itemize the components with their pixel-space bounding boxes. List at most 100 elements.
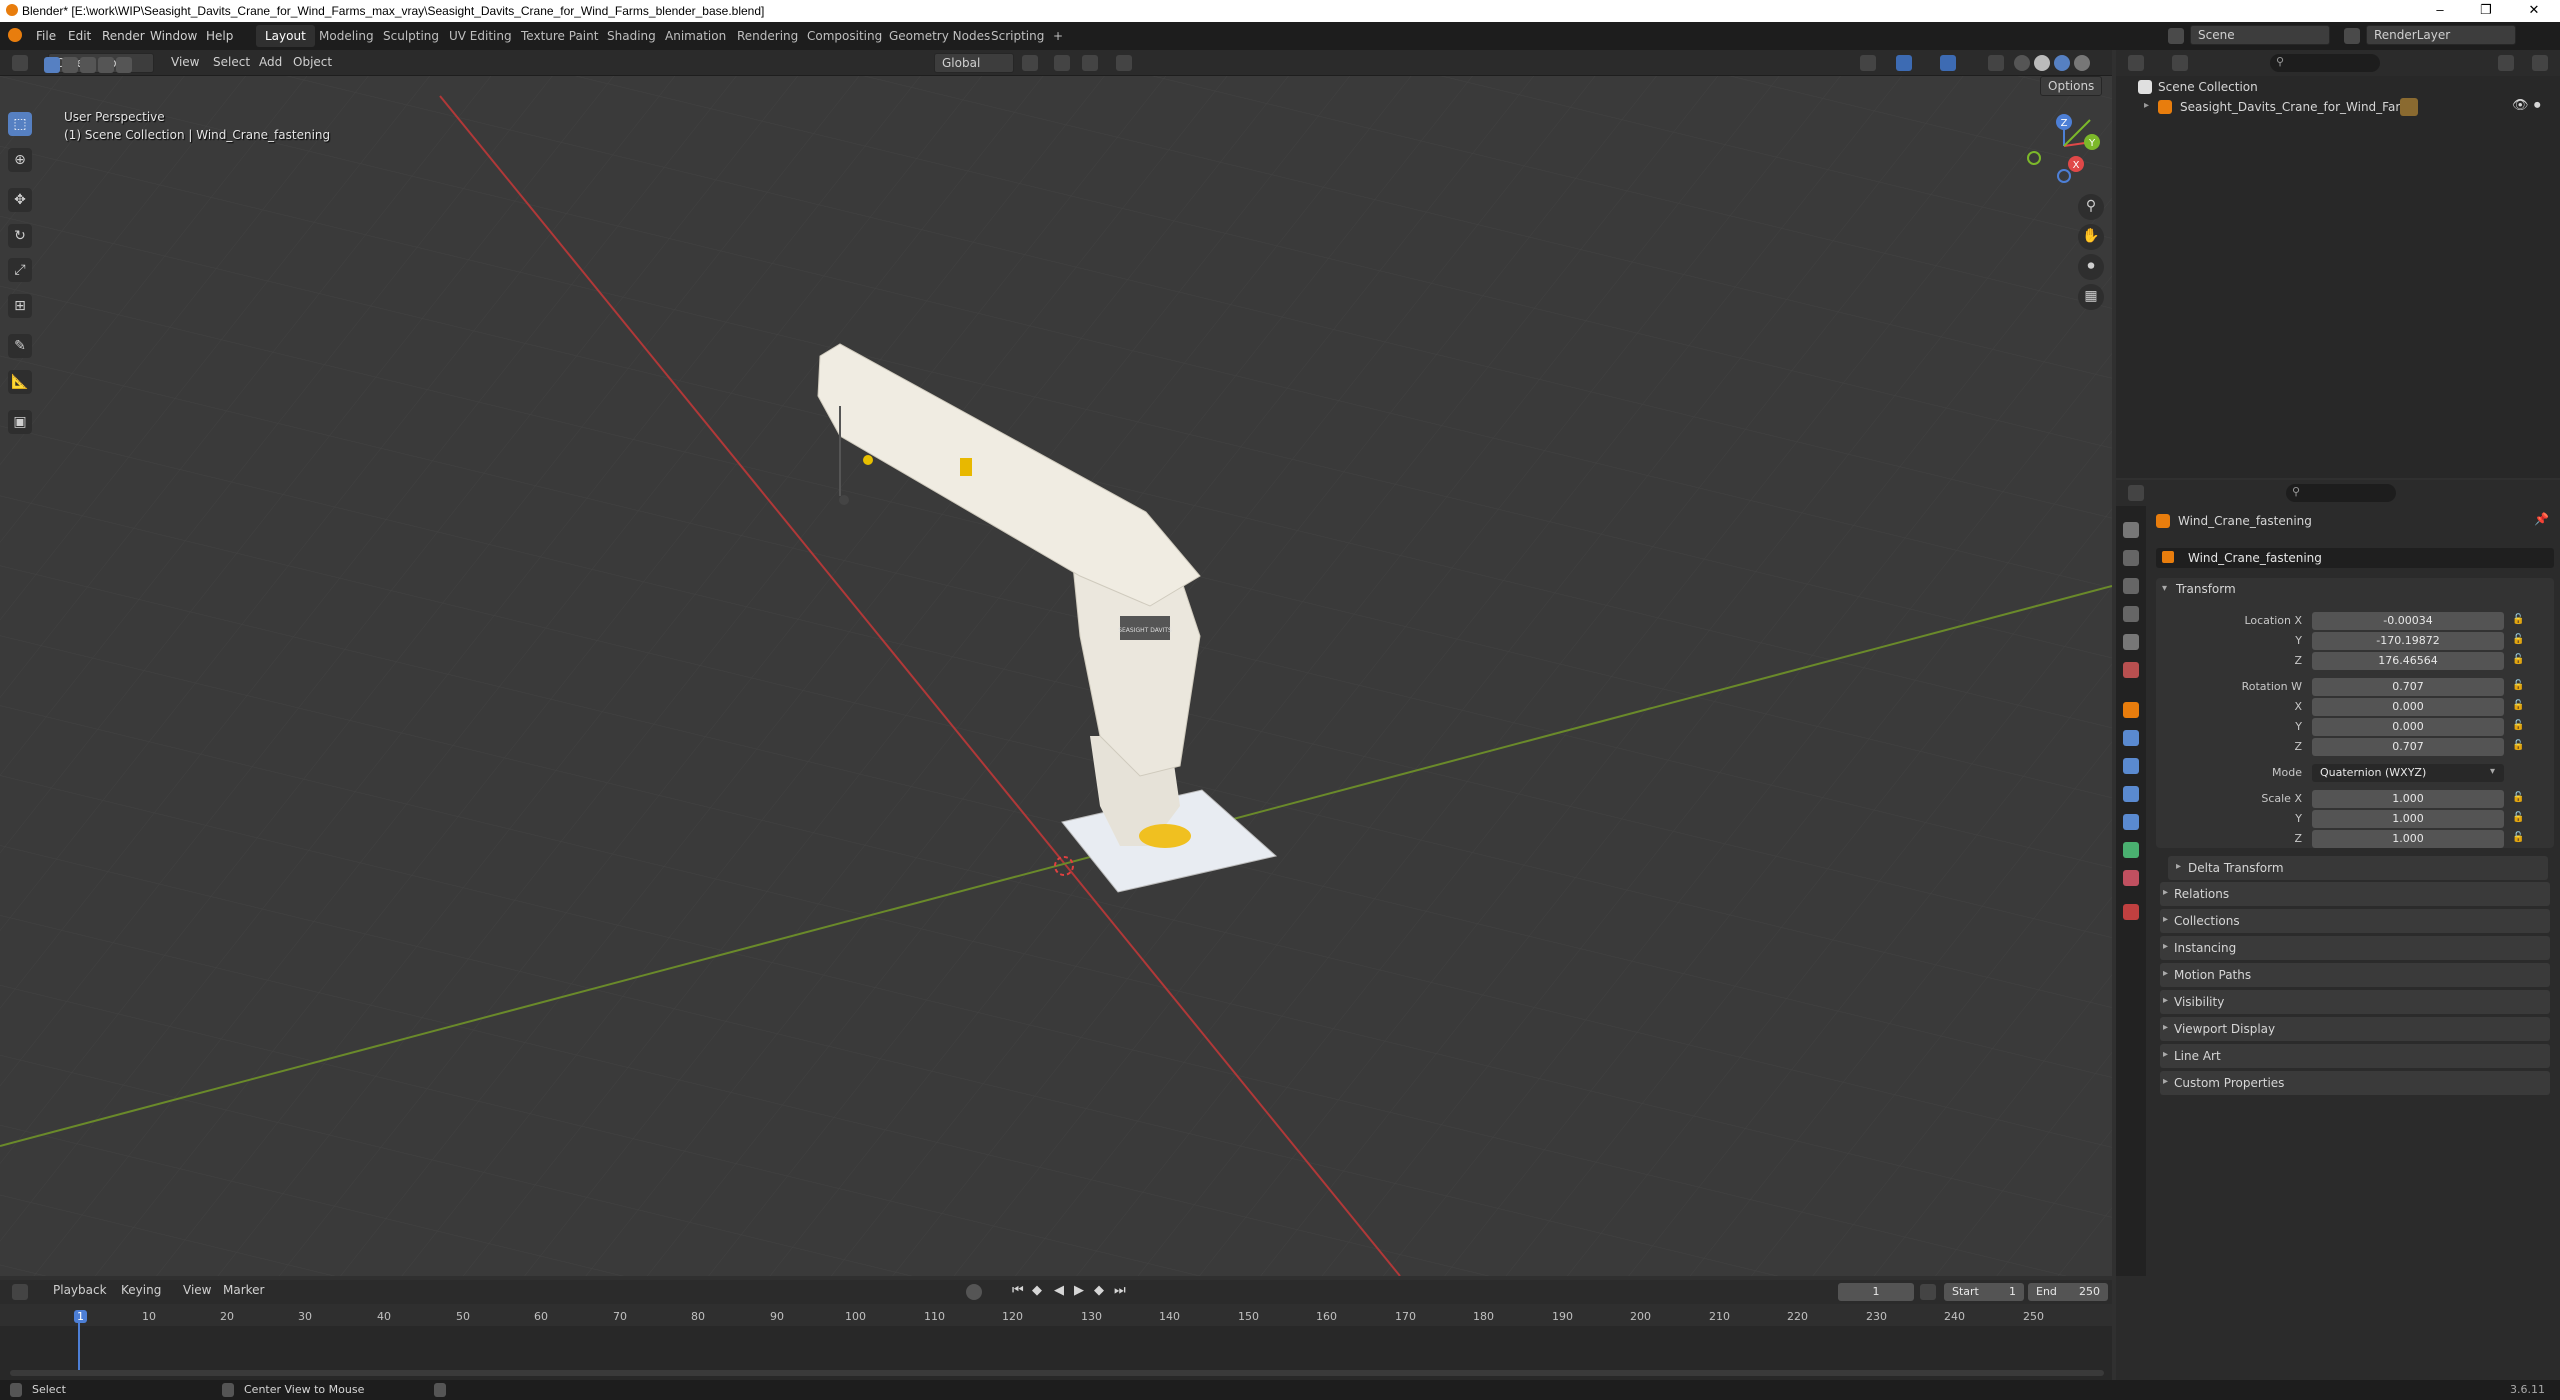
pin-icon[interactable]: 📌 (2534, 512, 2549, 526)
prev-keyframe-icon[interactable]: ◆ (1032, 1283, 1042, 1298)
timeline-scrollbar[interactable] (10, 1370, 2104, 1376)
viewport-options-button[interactable]: Options (2040, 76, 2103, 96)
next-keyframe-icon[interactable]: ◆ (1094, 1283, 1104, 1298)
current-frame-field[interactable]: 1 (1838, 1283, 1914, 1301)
gizmo-toggle-icon[interactable] (1896, 55, 1912, 71)
menu-file[interactable]: File (36, 29, 56, 43)
filter-icon[interactable] (2498, 55, 2514, 71)
select-extend-icon[interactable] (62, 57, 78, 73)
panel-instancing[interactable]: ▸ Instancing (2160, 936, 2550, 960)
menu-add[interactable]: Add (252, 53, 289, 73)
menu-object[interactable]: Object (286, 53, 339, 73)
timeline-editor-icon[interactable] (12, 1284, 28, 1300)
panel-viewport-display[interactable]: ▸ Viewport Display (2160, 1017, 2550, 1041)
minimize-button[interactable]: – (2420, 2, 2460, 20)
lock-icon[interactable]: 🔓 (2512, 792, 2524, 803)
location-y-field[interactable]: -170.19872 (2312, 632, 2504, 650)
outliner-search-input[interactable]: ⚲ (2270, 54, 2380, 72)
lock-icon[interactable]: 🔓 (2512, 700, 2524, 711)
menu-view[interactable]: View (164, 53, 206, 73)
frame-ruler[interactable]: 1 10 20 30 40 50 60 70 80 90 100 110 120… (0, 1304, 2112, 1326)
tool-tab-icon[interactable] (2123, 522, 2139, 538)
panel-line-art[interactable]: ▸ Line Art (2160, 1044, 2550, 1068)
xray-icon[interactable] (1988, 55, 2004, 71)
tab-scripting[interactable]: Scripting (982, 25, 1053, 47)
object-name-field[interactable]: Wind_Crane_fastening (2156, 548, 2554, 568)
grid-toggle-icon[interactable]: ▦ (2078, 284, 2104, 310)
panel-motion-paths[interactable]: ▸ Motion Paths (2160, 963, 2550, 987)
menu-window[interactable]: Window (150, 29, 197, 43)
pivot-icon[interactable] (1022, 55, 1038, 71)
tab-sculpting[interactable]: Sculpting (374, 25, 448, 47)
transform-header[interactable]: Transform (2176, 582, 2236, 596)
transform-tool-icon[interactable]: ⊞ (8, 294, 32, 318)
panel-visibility[interactable]: ▸ Visibility (2160, 990, 2550, 1014)
select-new-icon[interactable] (44, 57, 60, 73)
texture-tab-icon[interactable] (2123, 904, 2139, 920)
eye-visibility-icon[interactable]: 👁 (2512, 98, 2529, 113)
cursor-tool-icon[interactable]: ⊕ (8, 148, 32, 172)
lock-icon[interactable]: 🔓 (2512, 634, 2524, 645)
editor-type-icon[interactable] (12, 55, 28, 71)
rotation-w-field[interactable]: 0.707 (2312, 678, 2504, 696)
material-tab-icon[interactable] (2123, 870, 2139, 886)
record-icon[interactable] (966, 1284, 982, 1300)
render-layer-selector[interactable]: RenderLayer (2366, 25, 2516, 45)
end-frame-field[interactable]: End 250 (2028, 1283, 2108, 1301)
select-subtract-icon[interactable] (80, 57, 96, 73)
panel-relations[interactable]: ▸ Relations (2160, 882, 2550, 906)
menu-edit[interactable]: Edit (68, 29, 91, 43)
menu-render[interactable]: Render (102, 29, 145, 43)
panel-custom-properties[interactable]: ▸ Custom Properties (2160, 1071, 2550, 1095)
play-reverse-icon[interactable]: ◀ (1054, 1283, 1064, 1298)
pan-hand-icon[interactable]: ✋ (2078, 224, 2104, 250)
menu-select[interactable]: Select (206, 53, 257, 73)
scale-y-field[interactable]: 1.000 (2312, 810, 2504, 828)
blender-menu-icon[interactable] (8, 28, 22, 42)
particles-tab-icon[interactable] (2123, 758, 2139, 774)
rotate-tool-icon[interactable]: ↻ (8, 224, 32, 248)
menu-help[interactable]: Help (206, 29, 233, 43)
lock-icon[interactable]: 🔓 (2512, 720, 2524, 731)
select-box-icon[interactable]: ⬚ (8, 112, 32, 136)
3d-viewport[interactable]: SEASIGHT DAVITS Z X Y User Perspective (… (0, 76, 2112, 1276)
location-x-field[interactable]: -0.00034 (2312, 612, 2504, 630)
menu-playback[interactable]: Playback (46, 1281, 114, 1301)
delta-transform-panel[interactable]: ▸ Delta Transform (2168, 856, 2548, 880)
object-tab-icon[interactable] (2123, 702, 2139, 718)
add-workspace-button[interactable]: + (1044, 25, 1072, 47)
outliner-editor-icon[interactable] (2128, 55, 2144, 71)
rotation-z-field[interactable]: 0.707 (2312, 738, 2504, 756)
properties-search-input[interactable]: ⚲ (2286, 484, 2396, 502)
start-frame-field[interactable]: Start 1 (1944, 1283, 2024, 1301)
display-mode-icon[interactable] (2172, 55, 2188, 71)
tab-animation[interactable]: Animation (656, 25, 735, 47)
camera-view-icon[interactable]: ⏺ (2078, 254, 2104, 280)
outliner-object-crane[interactable]: Seasight_Davits_Crane_for_Wind_Farms (2180, 100, 2418, 114)
lock-icon[interactable]: 🔓 (2512, 680, 2524, 691)
tab-texture-paint[interactable]: Texture Paint (512, 25, 607, 47)
constraints-tab-icon[interactable] (2123, 814, 2139, 830)
tab-uv-editing[interactable]: UV Editing (440, 25, 521, 47)
location-z-field[interactable]: 176.46564 (2312, 652, 2504, 670)
lock-icon[interactable]: 🔓 (2512, 740, 2524, 751)
playhead[interactable] (78, 1322, 80, 1374)
view-layer-tab-icon[interactable] (2123, 606, 2139, 622)
rotation-y-field[interactable]: 0.000 (2312, 718, 2504, 736)
physics-tab-icon[interactable] (2123, 786, 2139, 802)
tab-shading[interactable]: Shading (598, 25, 665, 47)
rotation-mode-dropdown[interactable]: Quaternion (WXYZ) (2312, 764, 2504, 782)
add-cube-tool-icon[interactable]: ▣ (8, 410, 32, 434)
expand-arrow-icon[interactable]: ▸ (2144, 100, 2149, 111)
solid-shading-icon[interactable] (2034, 55, 2050, 71)
scale-x-field[interactable]: 1.000 (2312, 790, 2504, 808)
scene-selector[interactable]: Scene (2190, 25, 2330, 45)
material-shading-icon[interactable] (2054, 55, 2070, 71)
camera-render-icon[interactable]: ⏺ (2534, 98, 2541, 113)
jump-end-icon[interactable]: ⏭ (1114, 1283, 1126, 1298)
play-icon[interactable]: ▶ (1074, 1283, 1084, 1298)
properties-editor-icon[interactable] (2128, 485, 2144, 501)
tab-layout[interactable]: Layout (256, 25, 315, 47)
tab-rendering[interactable]: Rendering (728, 25, 807, 47)
new-collection-icon[interactable] (2532, 55, 2548, 71)
